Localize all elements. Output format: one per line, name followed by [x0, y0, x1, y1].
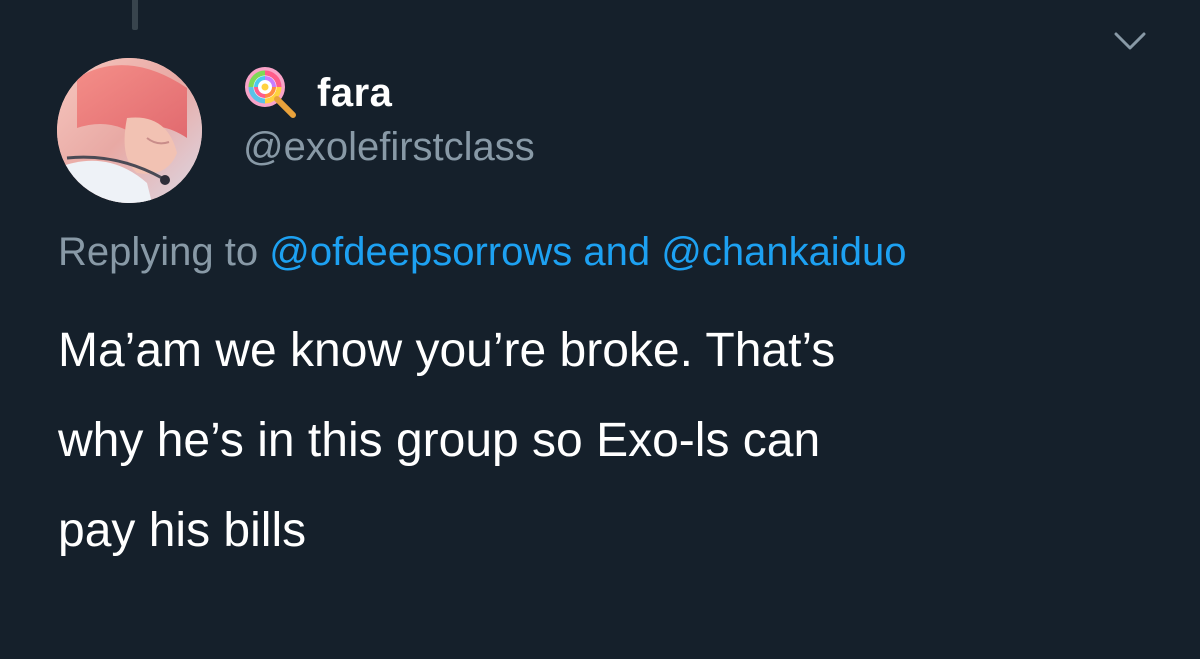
tweet-text-line: pay his bills [58, 504, 307, 557]
replying-to-line: Replying to @ofdeepsorrows and @chankaid… [58, 228, 906, 276]
tweet-menu-button[interactable] [1108, 22, 1152, 58]
chevron-down-icon [1114, 32, 1146, 50]
reply-mention-link[interactable]: @chankaiduo [661, 230, 906, 274]
tweet-text-line: why he’s in this group so Exo-ls can [58, 414, 821, 467]
tweet-body: Ma’am we know you’re broke. That’s why h… [58, 306, 1158, 576]
thread-connector-line [132, 0, 138, 30]
author-handle[interactable]: @exolefirstclass [243, 124, 535, 170]
tweet-text-line: Ma’am we know you’re broke. That’s [58, 324, 836, 377]
avatar[interactable] [57, 58, 202, 203]
replying-to-label: Replying to [58, 230, 259, 274]
reply-mention-link[interactable]: @ofdeepsorrows [269, 230, 572, 274]
author-display-name[interactable]: fara [317, 73, 392, 113]
author-name-row[interactable]: fara [243, 62, 392, 124]
reply-mention-joiner[interactable]: and [583, 230, 650, 274]
lollipop-icon [245, 67, 296, 118]
